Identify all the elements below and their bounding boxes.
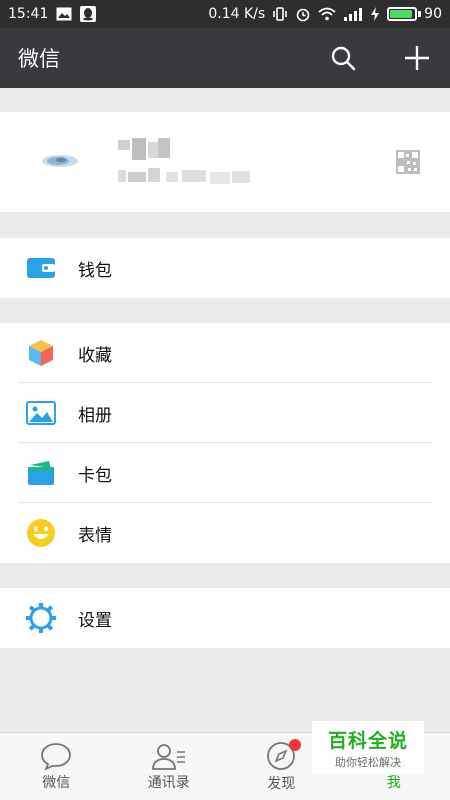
tab-label: 我 bbox=[386, 774, 401, 791]
signal-icon bbox=[343, 7, 363, 21]
tab-contacts[interactable]: 通讯录 bbox=[113, 733, 226, 800]
avatar bbox=[42, 155, 78, 167]
qr-code-icon[interactable] bbox=[396, 150, 420, 174]
image-icon bbox=[26, 398, 56, 428]
alarm-icon bbox=[295, 6, 311, 22]
battery-indicator: 90 bbox=[387, 6, 442, 22]
status-bar: 15:41 0.14 K/s 90 bbox=[0, 0, 450, 28]
watermark-subtitle: 助你轻松解决 bbox=[335, 755, 401, 769]
tab-label: 通讯录 bbox=[147, 774, 190, 791]
title-bar: 微信 bbox=[0, 28, 450, 88]
menu-item-stickers[interactable]: 表情 bbox=[0, 503, 450, 563]
page-title: 微信 bbox=[18, 47, 60, 71]
watermark: 百科全说 助你轻松解决 bbox=[312, 721, 424, 774]
menu-item-wallet[interactable]: 钱包 bbox=[0, 238, 450, 298]
menu-label-album: 相册 bbox=[78, 405, 112, 426]
search-button[interactable] bbox=[328, 43, 358, 73]
plus-icon bbox=[405, 46, 429, 70]
menu-item-album[interactable]: 相册 bbox=[0, 383, 450, 443]
add-button[interactable] bbox=[402, 43, 432, 73]
battery-level: 90 bbox=[424, 6, 442, 22]
card-pack-icon bbox=[26, 458, 56, 488]
notification-dot bbox=[289, 739, 301, 751]
menu-item-cards[interactable]: 卡包 bbox=[0, 443, 450, 503]
search-icon bbox=[331, 46, 356, 71]
qq-notification-icon bbox=[80, 6, 97, 22]
menu-label-wallet: 钱包 bbox=[78, 260, 112, 281]
profile-name-blurred bbox=[118, 138, 250, 184]
tab-label: 发现 bbox=[267, 775, 296, 792]
network-speed: 0.14 K/s bbox=[208, 6, 266, 22]
charging-icon bbox=[370, 7, 380, 21]
wallet-icon bbox=[26, 253, 56, 283]
menu-label-cards: 卡包 bbox=[78, 465, 112, 486]
chat-icon bbox=[41, 742, 72, 770]
menu-label-stickers: 表情 bbox=[78, 525, 112, 546]
smiley-icon bbox=[26, 518, 56, 548]
menu-item-favorites[interactable]: 收藏 bbox=[0, 323, 450, 383]
menu-label-settings: 设置 bbox=[78, 610, 112, 631]
tab-chats[interactable]: 微信 bbox=[0, 733, 113, 800]
gear-icon bbox=[26, 603, 56, 633]
menu-item-settings[interactable]: 设置 bbox=[0, 588, 450, 648]
cube-icon bbox=[26, 338, 56, 368]
tab-label: 微信 bbox=[42, 774, 71, 791]
vibrate-icon bbox=[272, 6, 288, 22]
picture-notification-icon bbox=[56, 7, 72, 21]
watermark-title: 百科全说 bbox=[327, 729, 408, 752]
menu-label-favorites: 收藏 bbox=[78, 345, 112, 366]
status-time: 15:41 bbox=[8, 6, 49, 22]
contacts-icon bbox=[151, 743, 185, 770]
wifi-icon bbox=[318, 7, 336, 21]
